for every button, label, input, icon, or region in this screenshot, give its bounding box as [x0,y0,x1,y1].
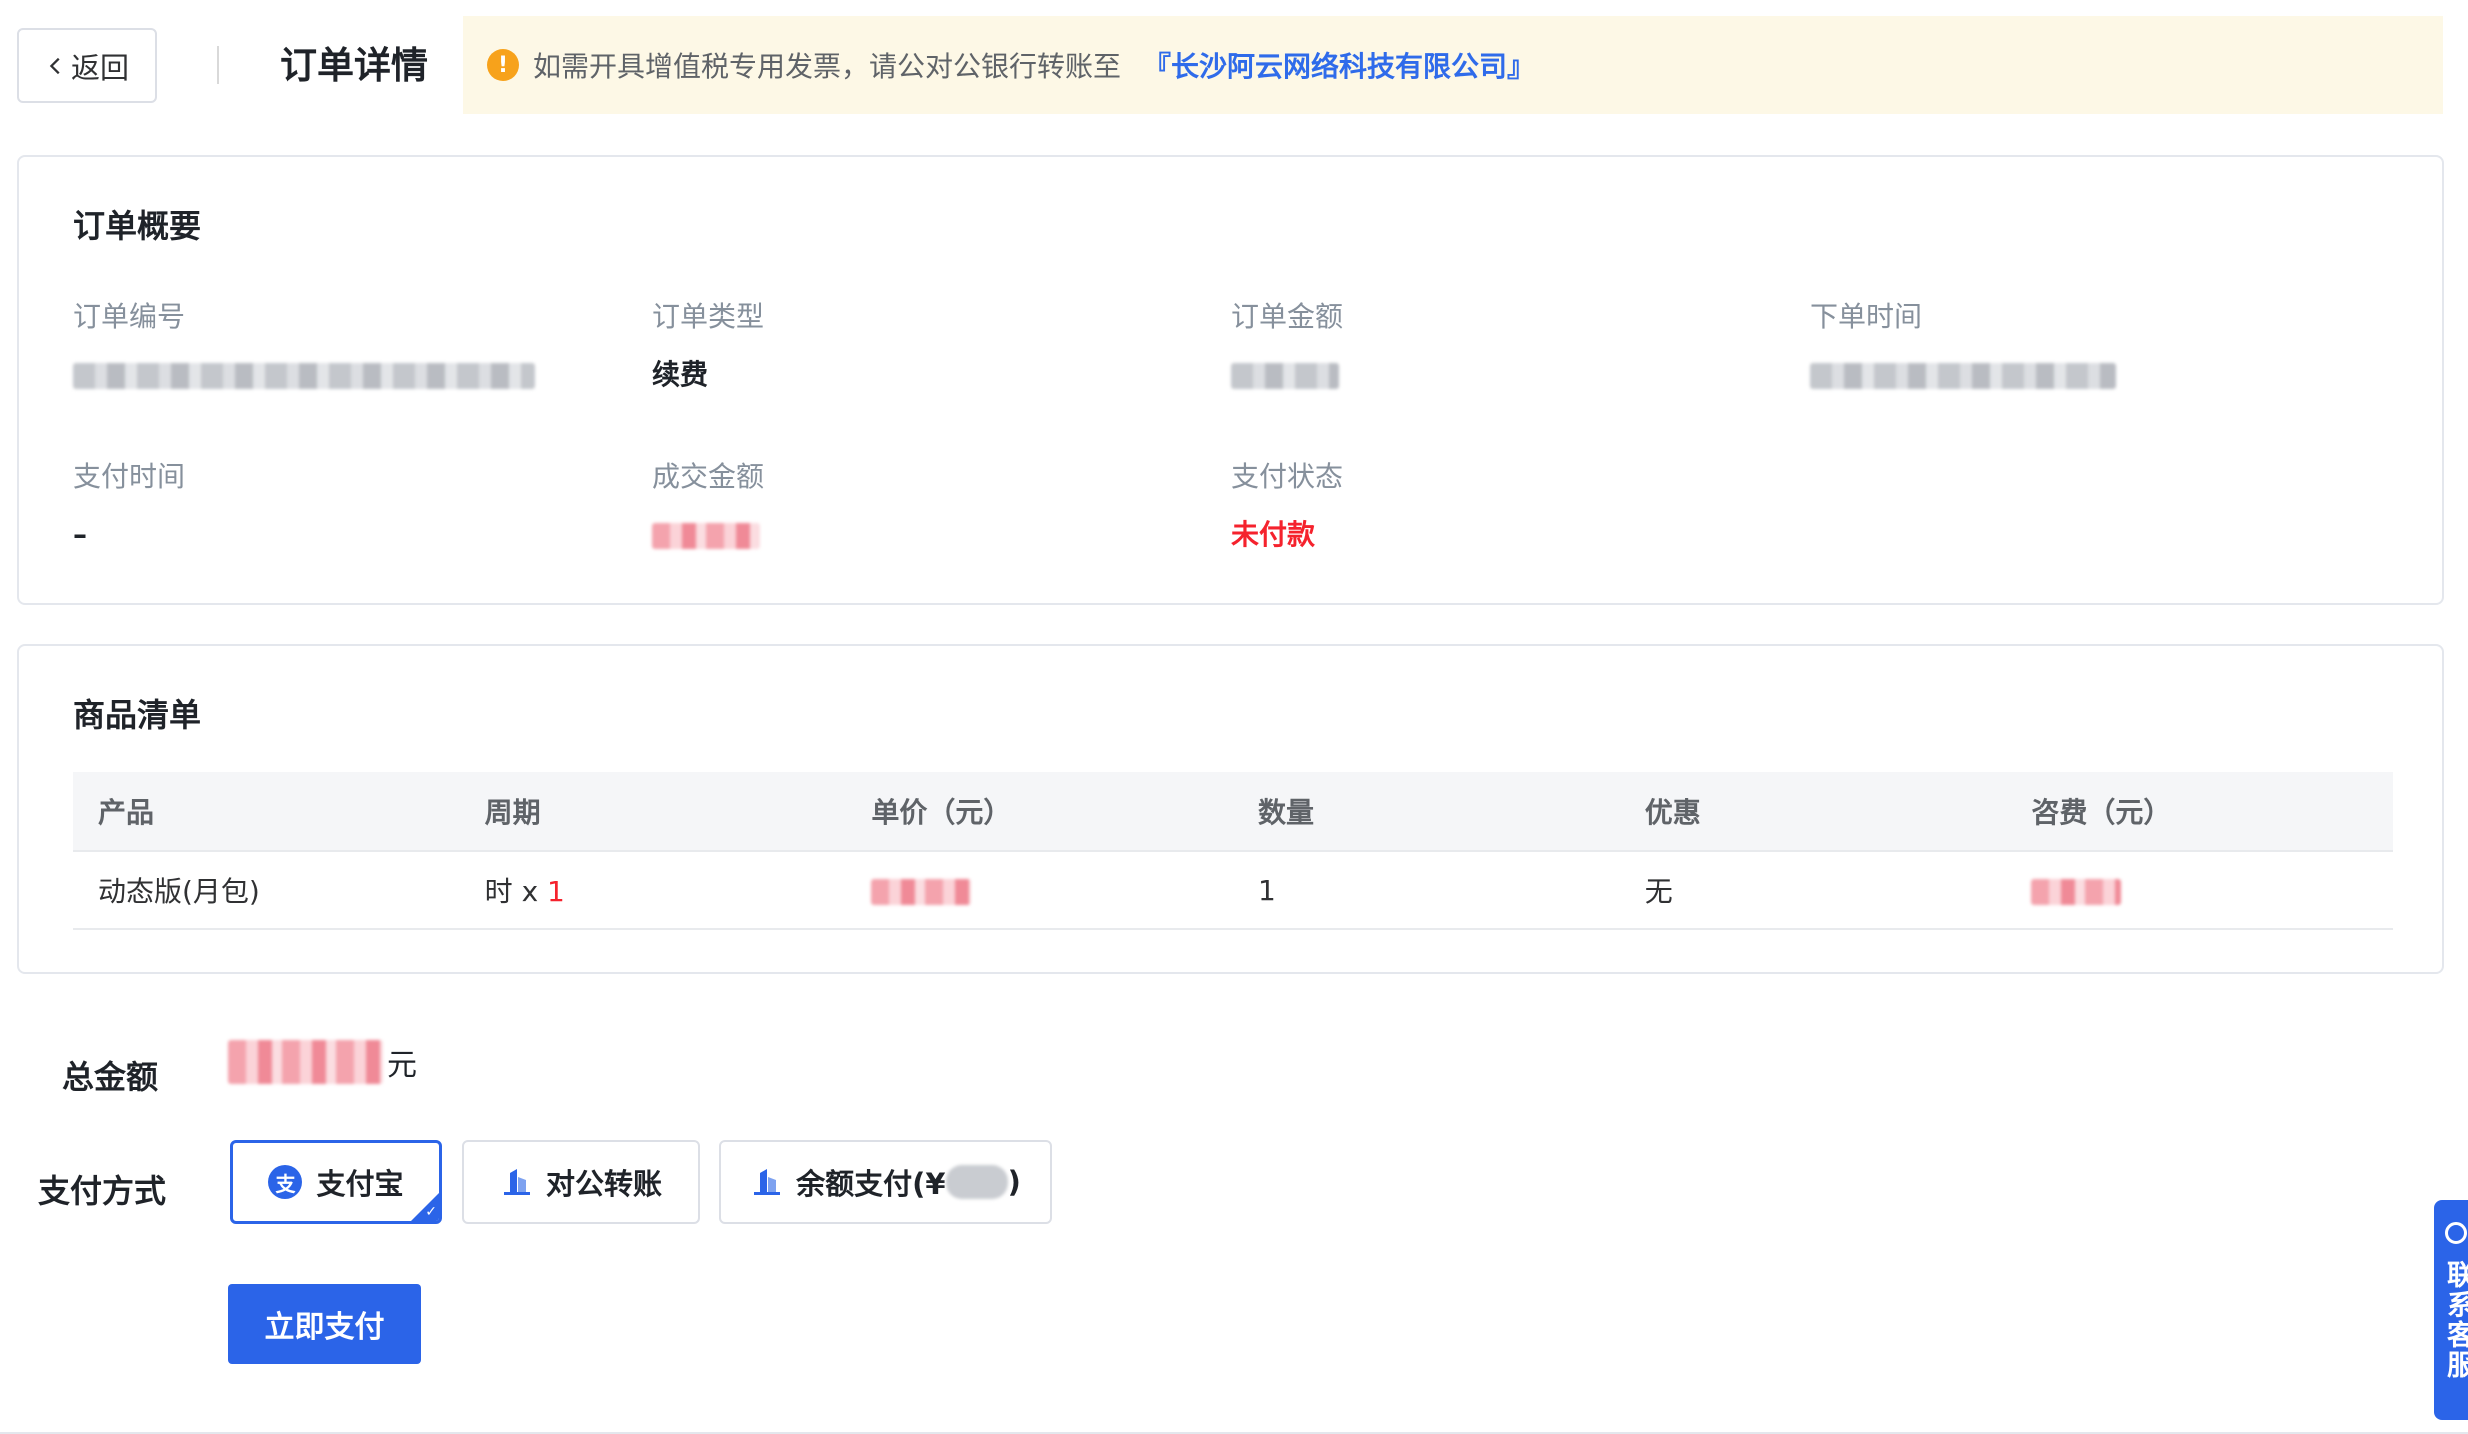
product-cell: 动态版(月包) [98,875,260,908]
alipay-icon: 支 [268,1165,303,1199]
pay-option-label: 余额支付(¥ [796,1167,946,1201]
order-summary-card: 订单概要 订单编号 订单类型 续费 订单金额 下单时间 支付时间 – 成交金额 … [17,155,2444,605]
pay-status-value: 未付款 [1231,518,1316,551]
goods-table: 产品 周期 单价（元） 数量 优惠 咨费（元） 动态版(月包) 时 x 1 1 … [73,772,2393,930]
pay-option-transfer[interactable]: 对公转账 [462,1140,700,1224]
column-header: 周期 [484,796,541,829]
column-header: 数量 [1258,796,1315,829]
column-header: 单价（元） [871,796,1012,829]
redacted-order-number [73,363,535,389]
redacted-deal-amount [652,523,760,549]
pay-status-label: 支付状态 [1231,460,1344,493]
column-header: 咨费（元） [2031,796,2172,829]
period-qty: 1 [547,875,565,908]
invoice-notice: ! 如需开具增值税专用发票，请公对公银行转账至 『长沙阿云网络科技有限公司』 [463,16,2443,114]
order-amount-value [1231,355,1771,395]
period-cell: 时 x 1 [460,870,847,910]
customer-service-tab[interactable]: 联系客服 [2434,1200,2468,1420]
check-icon: ✓ [425,1204,437,1220]
order-amount-label: 订单金额 [1231,300,1344,333]
pay-option-balance[interactable]: 余额支付(¥ ) [719,1140,1052,1224]
header-divider [217,46,219,84]
redacted-fee [2031,878,2122,905]
pay-option-suffix: ) [1007,1165,1021,1199]
pay-option-alipay[interactable]: 支 支付宝 ✓ [230,1140,442,1224]
redacted-order-time [1810,363,2116,389]
bank-icon [503,1169,530,1195]
order-number-label: 订单编号 [73,300,186,333]
order-amount-field: 订单金额 [1231,297,1771,395]
total-unit: 元 [387,1048,417,1083]
pay-option-label: 对公转账 [545,1167,662,1201]
column-header: 产品 [98,796,155,829]
page-title: 订单详情 [280,44,428,87]
order-time-field: 下单时间 [1810,297,2350,395]
goods-list-card: 商品清单 产品 周期 单价（元） 数量 优惠 咨费（元） 动态版(月包) 时 x… [17,644,2444,974]
table-header: 产品 周期 单价（元） 数量 优惠 咨费（元） [73,772,2393,850]
headset-icon [2445,1222,2467,1244]
pay-option-label: 支付宝 [316,1167,404,1201]
redacted-order-amount [1231,363,1339,389]
unit-price-cell [846,874,1233,907]
pay-time-label: 支付时间 [73,460,186,493]
summary-title: 订单概要 [73,207,202,245]
back-button-label: 返回 [70,50,129,85]
period-unit: 时 x [484,875,548,908]
quantity-cell: 1 [1258,873,1276,907]
order-type-value: 续费 [652,358,709,391]
redacted-balance [945,1165,1008,1199]
order-type-label: 订单类型 [652,300,765,333]
pay-status-field: 支付状态 未付款 [1231,457,1771,555]
info-icon: ! [487,49,519,81]
order-time-value [1810,355,2350,395]
pay-time-value: – [73,518,87,551]
fee-cell [2006,874,2393,907]
goods-title: 商品清单 [73,696,202,734]
notice-text: 如需开具增值税专用发票，请公对公银行转账至 [533,50,1122,83]
deal-amount-field: 成交金额 [652,457,1192,555]
pay-time-field: 支付时间 – [73,457,613,555]
notice-company-link[interactable]: 『长沙阿云网络科技有限公司』 [1143,45,1535,85]
order-number-value [73,355,613,395]
bank-icon [754,1169,781,1195]
discount-cell: 无 [1644,875,1673,908]
customer-service-label: 联系客服 [2443,1260,2468,1380]
order-number-field: 订单编号 [73,297,613,395]
pay-now-button[interactable]: 立即支付 [228,1284,421,1364]
column-header: 优惠 [1644,796,1701,829]
deal-amount-value [652,515,1192,555]
order-time-label: 下单时间 [1810,300,1923,333]
redacted-unit-price [871,878,972,905]
redacted-total-amount [228,1040,383,1084]
order-detail-page: 返回 订单详情 ! 如需开具增值税专用发票，请公对公银行转账至 『长沙阿云网络科… [0,0,2468,1434]
order-type-field: 订单类型 续费 [652,297,1192,395]
table-row: 动态版(月包) 时 x 1 1 无 [73,850,2393,930]
back-button[interactable]: 返回 [17,28,157,103]
deal-amount-label: 成交金额 [652,460,765,493]
pay-method-label: 支付方式 [38,1172,167,1210]
total-label: 总金额 [62,1058,159,1096]
chevron-left-icon [49,57,60,74]
total-amount: 元 [228,1040,417,1084]
